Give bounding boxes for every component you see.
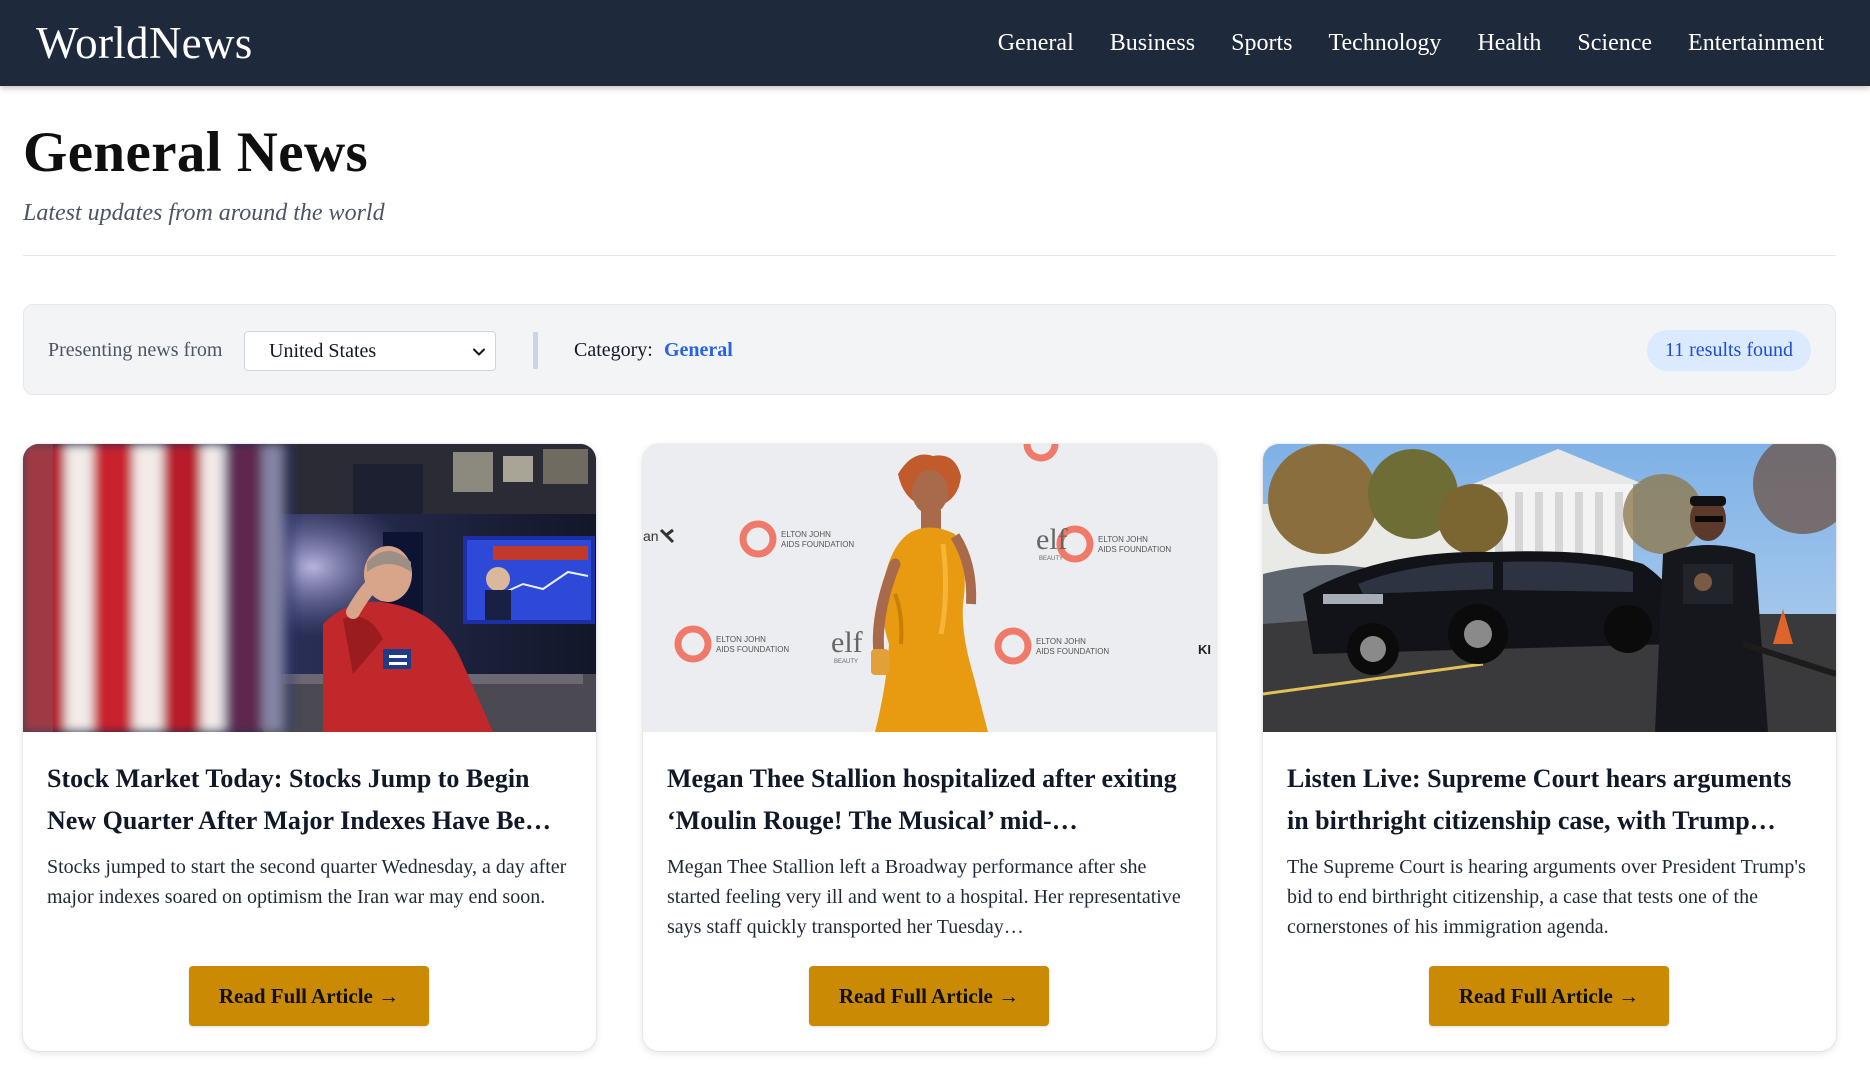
results-count-badge: 11 results found — [1646, 330, 1811, 371]
article-title[interactable]: Stock Market Today: Stocks Jump to Begin… — [47, 758, 575, 842]
nav-health[interactable]: Health — [1477, 31, 1541, 55]
category-value: General — [664, 339, 733, 361]
category-label: Category: — [574, 339, 653, 361]
article-image-supreme-court — [1263, 444, 1836, 732]
article-card-supreme-court: Listen Live: Supreme Court hears argumen… — [1263, 444, 1836, 1051]
nav-entertainment[interactable]: Entertainment — [1688, 31, 1824, 55]
read-full-article-button[interactable]: Read Full Article → — [1429, 966, 1669, 1026]
article-image-red-carpet: ELTON JOHN AIDS FOUNDATION ELTON JOHN AI… — [643, 444, 1216, 732]
header-divider — [23, 255, 1836, 256]
main-nav: General Business Sports Technology Healt… — [962, 31, 1824, 55]
backdrop-logo-text: an — [643, 528, 659, 544]
article-title[interactable]: Megan Thee Stallion hospitalized after e… — [667, 758, 1195, 842]
read-full-article-button[interactable]: Read Full Article → — [809, 966, 1049, 1026]
backdrop-logo-text: elf — [1036, 523, 1068, 556]
nav-general[interactable]: General — [998, 31, 1074, 55]
backdrop-logo-text: KI — [1198, 642, 1211, 657]
filter-bar: Presenting news from United States Categ… — [23, 304, 1836, 395]
country-filter-label: Presenting news from — [48, 339, 223, 361]
article-image-trader — [23, 444, 596, 732]
nav-business[interactable]: Business — [1110, 31, 1195, 55]
article-card-stock-market: Stock Market Today: Stocks Jump to Begin… — [23, 444, 596, 1051]
backdrop-logo-text: BEAUTY — [1039, 556, 1063, 562]
article-description: The Supreme Court is hearing arguments o… — [1287, 856, 1806, 938]
nav-sports[interactable]: Sports — [1231, 31, 1292, 55]
country-select[interactable]: United States — [244, 331, 496, 371]
backdrop-logo-text: ELTON JOHN — [781, 530, 831, 539]
article-description: Megan Thee Stallion left a Broadway perf… — [667, 856, 1181, 938]
article-card-megan-thee-stallion: ELTON JOHN AIDS FOUNDATION ELTON JOHN AI… — [643, 444, 1216, 1051]
filter-separator — [533, 332, 538, 369]
backdrop-logo-text: ELTON JOHN — [716, 635, 766, 644]
nav-technology[interactable]: Technology — [1328, 31, 1441, 55]
backdrop-logo-text: AIDS FOUNDATION — [781, 540, 854, 549]
read-full-article-button[interactable]: Read Full Article → — [189, 966, 429, 1026]
nav-science[interactable]: Science — [1577, 31, 1652, 55]
top-navbar: WorldNews General Business Sports Techno… — [0, 0, 1870, 86]
backdrop-logo-text: ELTON JOHN — [1036, 637, 1086, 646]
country-select-value: United States — [269, 339, 377, 362]
page-title: General News — [23, 121, 369, 184]
backdrop-logo-text: AIDS FOUNDATION — [716, 645, 789, 654]
backdrop-logo-text: elf — [831, 626, 863, 659]
backdrop-logo-text: AIDS FOUNDATION — [1036, 647, 1109, 656]
article-description: Stocks jumped to start the second quarte… — [47, 856, 567, 908]
page-subtitle: Latest updates from around the world — [23, 200, 385, 226]
backdrop-logo-text: BEAUTY — [834, 659, 858, 665]
brand-logo[interactable]: WorldNews — [36, 20, 253, 66]
backdrop-logo-text: ELTON JOHN — [1098, 535, 1148, 544]
chevron-down-icon — [473, 348, 485, 356]
backdrop-logo-text: AIDS FOUNDATION — [1098, 545, 1171, 554]
article-title[interactable]: Listen Live: Supreme Court hears argumen… — [1287, 758, 1815, 842]
